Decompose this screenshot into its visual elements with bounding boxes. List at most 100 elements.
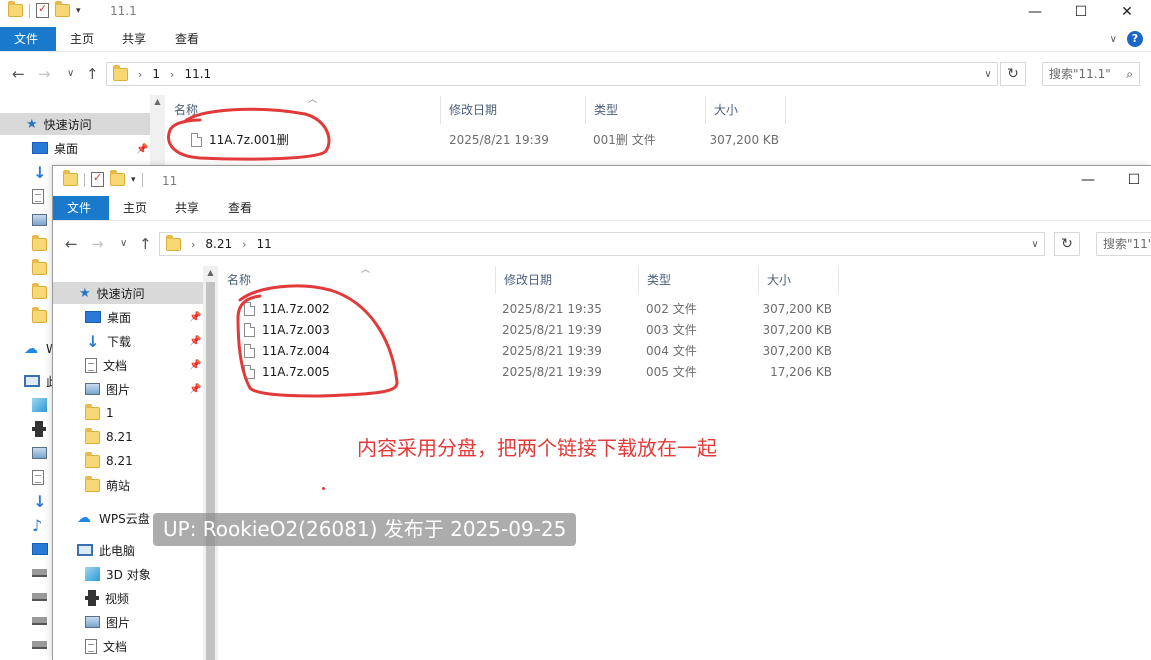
tab-share[interactable]: 共享 (108, 27, 160, 51)
nav-folder-8-21-b[interactable]: 8.21 (85, 450, 133, 472)
nav-video-partial[interactable] (32, 418, 46, 440)
recent-locations-icon[interactable]: ∨ (120, 238, 127, 249)
nav-pictures[interactable]: 图片 (85, 378, 130, 400)
nav-label: WPS云盘 (99, 511, 150, 526)
pin-icon[interactable]: 📌 (189, 360, 201, 371)
pin-icon[interactable]: 📌 (189, 336, 201, 347)
column-size[interactable]: 大小 (706, 96, 786, 124)
scroll-up-icon[interactable]: ▲ (150, 97, 165, 106)
address-bar[interactable]: › 8.21 › 11 ∨ (159, 232, 1045, 256)
address-dropdown-icon[interactable]: ∨ (979, 69, 997, 80)
nav-folder-partial[interactable] (32, 233, 47, 255)
column-name[interactable]: 名称 (166, 96, 441, 124)
column-date[interactable]: 修改日期 (496, 266, 639, 294)
breadcrumb-item[interactable]: 1 (152, 67, 160, 81)
nav-pictures-partial[interactable] (32, 209, 47, 231)
forward-arrow-icon[interactable]: → (38, 65, 51, 83)
back-arrow-icon[interactable]: ← (65, 235, 78, 253)
file-row[interactable]: 11A.7z.004 2025/8/21 19:39 004 文件 307,20… (219, 341, 919, 362)
help-icon[interactable]: ? (1127, 31, 1143, 47)
quick-access-dropdown-icon[interactable]: ▾ (76, 6, 81, 16)
column-date[interactable]: 修改日期 (441, 96, 586, 124)
nav-desktop-partial[interactable] (32, 538, 48, 560)
ribbon-expand-icon[interactable]: ∨ (1110, 34, 1117, 45)
nav-folder-partial[interactable] (32, 257, 47, 279)
nav-pictures-pc[interactable]: 图片 (85, 611, 130, 633)
nav-drive-partial[interactable] (32, 586, 47, 608)
nav-drive-partial[interactable] (32, 610, 47, 632)
nav-desktop[interactable]: 桌面 (85, 306, 131, 328)
nav-folder-partial[interactable] (32, 305, 47, 327)
nav-downloads-partial[interactable]: ↓ (32, 161, 48, 183)
refresh-button[interactable]: ↻ (1000, 62, 1026, 86)
nav-drive-partial[interactable] (32, 562, 47, 584)
nav-folder-8-21[interactable]: 8.21 (85, 426, 133, 448)
maximize-button[interactable]: ☐ (1111, 168, 1151, 192)
properties-icon[interactable] (91, 171, 104, 187)
nav-folder-mengzhan[interactable]: 萌站 (85, 474, 130, 496)
nav-folder-1[interactable]: 1 (85, 402, 114, 424)
nav-this-pc[interactable]: 此电脑 (77, 539, 135, 561)
tab-view[interactable]: 查看 (214, 196, 266, 220)
nav-downloads-partial[interactable]: ↓ (32, 490, 48, 512)
properties-icon[interactable] (36, 2, 49, 18)
tab-share[interactable]: 共享 (161, 196, 213, 220)
column-name[interactable]: 名称 (219, 266, 496, 294)
pin-icon[interactable]: 📌 (136, 144, 148, 155)
close-button[interactable]: ✕ (1104, 0, 1150, 24)
up-arrow-icon[interactable]: ↑ (86, 65, 99, 83)
new-folder-icon[interactable] (110, 170, 125, 186)
up-arrow-icon[interactable]: ↑ (139, 235, 152, 253)
pin-icon[interactable]: 📌 (189, 312, 201, 323)
quick-access-dropdown-icon[interactable]: ▾ (131, 175, 136, 185)
breadcrumb-item[interactable]: 11 (257, 237, 272, 251)
column-type[interactable]: 类型 (639, 266, 759, 294)
file-row[interactable]: 11A.7z.002 2025/8/21 19:35 002 文件 307,20… (219, 299, 919, 320)
nav-documents[interactable]: 文档 (85, 354, 127, 376)
nav-desktop[interactable]: 桌面 (32, 137, 78, 159)
scrollbar-thumb[interactable] (206, 282, 215, 660)
address-bar[interactable]: › 1 › 11.1 ∨ (106, 62, 998, 86)
nav-drive-partial[interactable] (32, 634, 47, 656)
nav-downloads[interactable]: ↓ 下载 (85, 330, 131, 352)
tab-file[interactable]: 文件 (53, 196, 109, 220)
refresh-button[interactable]: ↻ (1054, 232, 1080, 256)
nav-music-partial[interactable]: ♪ (32, 514, 48, 536)
breadcrumb-item[interactable]: 8.21 (205, 237, 232, 251)
tab-view[interactable]: 查看 (161, 27, 213, 51)
forward-arrow-icon[interactable]: → (91, 235, 104, 253)
nav-quick-access[interactable]: ★ 快速访问 (53, 282, 203, 304)
tab-file[interactable]: 文件 (0, 27, 56, 51)
new-folder-icon[interactable] (55, 1, 70, 17)
nav-pictures-partial[interactable] (32, 442, 47, 464)
nav-3d-objects[interactable]: 3D 对象 (85, 563, 151, 585)
nav-scrollbar[interactable]: ▲ (203, 266, 218, 660)
minimize-button[interactable]: — (1065, 168, 1111, 192)
chevron-right-icon: › (242, 237, 247, 251)
scroll-up-icon[interactable]: ▲ (203, 268, 218, 277)
column-type[interactable]: 类型 (586, 96, 706, 124)
nav-quick-access[interactable]: ★ 快速访问 (0, 113, 150, 135)
nav-videos[interactable]: 视频 (85, 587, 129, 609)
maximize-button[interactable]: ☐ (1058, 0, 1104, 24)
minimize-button[interactable]: — (1012, 0, 1058, 24)
pin-icon[interactable]: 📌 (189, 384, 201, 395)
back-arrow-icon[interactable]: ← (12, 65, 25, 83)
file-row[interactable]: 11A.7z.001删 2025/8/21 19:39 001删 文件 307,… (166, 130, 866, 151)
breadcrumb-item[interactable]: 11.1 (184, 67, 211, 81)
nav-documents-partial[interactable] (32, 466, 44, 488)
nav-documents-pc[interactable]: 文档 (85, 635, 127, 657)
address-dropdown-icon[interactable]: ∨ (1026, 239, 1044, 250)
nav-folder-partial[interactable] (32, 281, 47, 303)
file-row[interactable]: 11A.7z.003 2025/8/21 19:39 003 文件 307,20… (219, 320, 919, 341)
column-size[interactable]: 大小 (759, 266, 839, 294)
tab-home[interactable]: 主页 (109, 196, 161, 220)
nav-wps-cloud[interactable]: ☁ WPS云盘 (77, 507, 150, 529)
recent-locations-icon[interactable]: ∨ (67, 68, 74, 79)
nav-documents-partial[interactable] (32, 185, 44, 207)
file-row[interactable]: 11A.7z.005 2025/8/21 19:39 005 文件 17,206… (219, 362, 919, 383)
nav-3d-partial[interactable] (32, 394, 47, 416)
search-input[interactable]: 搜索"11" (1096, 232, 1151, 256)
tab-home[interactable]: 主页 (56, 27, 108, 51)
search-input[interactable]: 搜索"11.1" ⌕ (1042, 62, 1140, 86)
